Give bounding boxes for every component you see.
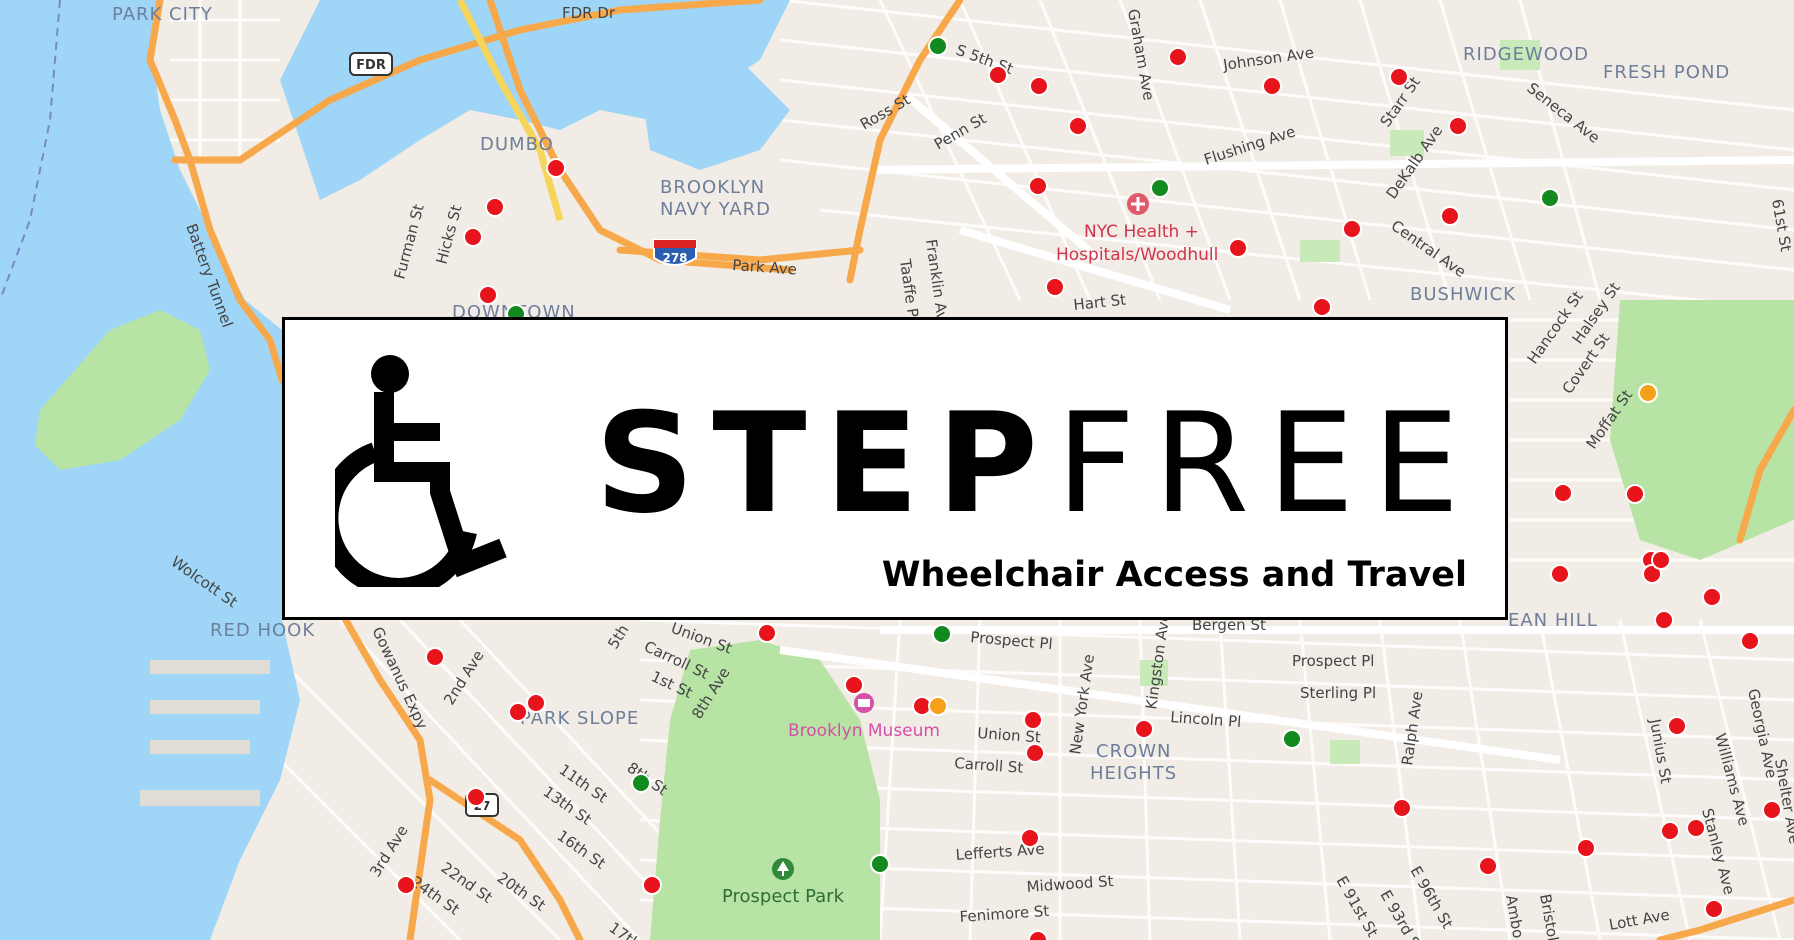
station-marker-inaccessible[interactable] bbox=[1028, 176, 1048, 196]
station-marker-inaccessible[interactable] bbox=[642, 875, 662, 895]
poi-woodhull-line2: Hospitals/Woodhull bbox=[1056, 245, 1218, 265]
label-brooklyn-navy-yard-2: NAVY YARD bbox=[660, 199, 771, 220]
fdr-shield: FDR bbox=[349, 52, 393, 76]
station-marker-inaccessible[interactable] bbox=[1550, 564, 1570, 584]
station-marker-inaccessible[interactable] bbox=[1228, 238, 1248, 258]
museum-icon-glyph bbox=[858, 699, 870, 707]
station-marker-inaccessible[interactable] bbox=[1312, 297, 1332, 317]
station-marker-inaccessible[interactable] bbox=[546, 158, 566, 178]
poi-prospect-park-label: Prospect Park bbox=[722, 886, 845, 907]
station-marker-inaccessible[interactable] bbox=[1576, 838, 1596, 858]
small-park-2 bbox=[1300, 240, 1340, 262]
station-marker-inaccessible[interactable] bbox=[1134, 719, 1154, 739]
stepfree-banner: STEPFREE Wheelchair Access and Travel bbox=[282, 317, 1508, 620]
station-marker-inaccessible[interactable] bbox=[463, 227, 483, 247]
station-marker-inaccessible[interactable] bbox=[1667, 716, 1687, 736]
station-marker-inaccessible[interactable] bbox=[1448, 116, 1468, 136]
station-marker-inaccessible[interactable] bbox=[988, 65, 1008, 85]
station-marker-inaccessible[interactable] bbox=[1762, 800, 1782, 820]
station-marker-inaccessible[interactable] bbox=[844, 675, 864, 695]
street-prospect-pl-2: Prospect Pl bbox=[1292, 652, 1374, 670]
station-marker-inaccessible[interactable] bbox=[1654, 610, 1674, 630]
station-marker-inaccessible[interactable] bbox=[1440, 206, 1460, 226]
station-marker-inaccessible[interactable] bbox=[508, 702, 528, 722]
station-marker-inaccessible[interactable] bbox=[1740, 631, 1760, 651]
tagline: Wheelchair Access and Travel bbox=[881, 555, 1467, 595]
station-marker-accessible[interactable] bbox=[928, 36, 948, 56]
station-marker-inaccessible[interactable] bbox=[526, 693, 546, 713]
station-marker-inaccessible[interactable] bbox=[1020, 828, 1040, 848]
small-park-4 bbox=[1330, 740, 1360, 764]
stepfree-wordmark: STEPFREE bbox=[595, 395, 1478, 533]
label-bushwick: BUSHWICK bbox=[1410, 284, 1516, 305]
station-marker-inaccessible[interactable] bbox=[1342, 219, 1362, 239]
poi-brooklyn-museum-label: Brooklyn Museum bbox=[788, 721, 940, 741]
station-marker-accessible[interactable] bbox=[631, 773, 651, 793]
station-marker-partial[interactable] bbox=[928, 696, 948, 716]
station-marker-inaccessible[interactable] bbox=[1168, 47, 1188, 67]
label-crown-heights-2: HEIGHTS bbox=[1090, 763, 1177, 784]
station-marker-inaccessible[interactable] bbox=[485, 197, 505, 217]
wheelchair-icon bbox=[335, 355, 507, 587]
label-fresh-pond: FRESH POND bbox=[1603, 62, 1730, 83]
station-marker-inaccessible[interactable] bbox=[1702, 587, 1722, 607]
wordmark-step: STEP bbox=[595, 383, 1056, 544]
station-marker-inaccessible[interactable] bbox=[396, 875, 416, 895]
label-crown-heights-1: CROWN bbox=[1096, 741, 1172, 762]
station-marker-inaccessible[interactable] bbox=[1478, 856, 1498, 876]
station-marker-accessible[interactable] bbox=[1150, 178, 1170, 198]
station-marker-accessible[interactable] bbox=[870, 854, 890, 874]
label-ean-hill: EAN HILL bbox=[1508, 610, 1598, 631]
station-marker-inaccessible[interactable] bbox=[1389, 67, 1409, 87]
label-red-hook: RED HOOK bbox=[210, 620, 315, 641]
label-park-city: PARK CITY bbox=[112, 4, 213, 25]
station-marker-inaccessible[interactable] bbox=[1625, 484, 1645, 504]
label-dumbo: DUMBO bbox=[480, 134, 554, 155]
station-marker-inaccessible[interactable] bbox=[1704, 899, 1724, 919]
poi-woodhull-line1: NYC Health + bbox=[1084, 222, 1199, 242]
fdr-shield-label: FDR bbox=[356, 58, 386, 73]
street-sterling: Sterling Pl bbox=[1300, 684, 1376, 702]
station-marker-inaccessible[interactable] bbox=[1660, 821, 1680, 841]
station-marker-inaccessible[interactable] bbox=[1686, 818, 1706, 838]
station-marker-inaccessible[interactable] bbox=[1023, 710, 1043, 730]
station-marker-partial[interactable] bbox=[1638, 383, 1658, 403]
street-fdr-dr: FDR Dr bbox=[562, 4, 616, 22]
station-marker-accessible[interactable] bbox=[1282, 729, 1302, 749]
station-marker-inaccessible[interactable] bbox=[1068, 116, 1088, 136]
interstate-278-label: 278 bbox=[662, 251, 687, 265]
wordmark-free: FREE bbox=[1055, 383, 1478, 544]
label-ridgewood: RIDGEWOOD bbox=[1463, 44, 1589, 65]
highland-park bbox=[1610, 300, 1794, 560]
station-marker-accessible[interactable] bbox=[1540, 188, 1560, 208]
station-marker-inaccessible[interactable] bbox=[1028, 930, 1048, 940]
station-marker-inaccessible[interactable] bbox=[1025, 743, 1045, 763]
label-brooklyn-navy-yard-1: BROOKLYN bbox=[660, 177, 765, 198]
station-marker-inaccessible[interactable] bbox=[757, 623, 777, 643]
station-marker-inaccessible[interactable] bbox=[478, 285, 498, 305]
station-marker-inaccessible[interactable] bbox=[1029, 76, 1049, 96]
station-marker-inaccessible[interactable] bbox=[1553, 483, 1573, 503]
station-marker-inaccessible[interactable] bbox=[1651, 550, 1671, 570]
station-marker-inaccessible[interactable] bbox=[1262, 76, 1282, 96]
station-marker-inaccessible[interactable] bbox=[466, 787, 486, 807]
station-marker-inaccessible[interactable] bbox=[425, 647, 445, 667]
station-marker-inaccessible[interactable] bbox=[1392, 798, 1412, 818]
interstate-278-shield: 278 bbox=[653, 239, 697, 266]
station-marker-accessible[interactable] bbox=[932, 624, 952, 644]
station-marker-inaccessible[interactable] bbox=[1045, 277, 1065, 297]
